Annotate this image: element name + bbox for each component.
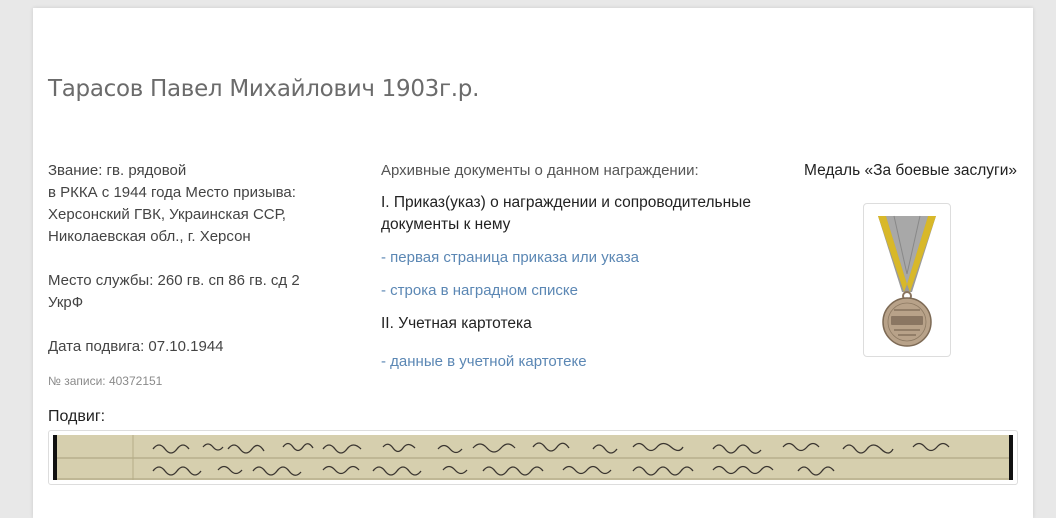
feat-date: Дата подвига: 07.10.1944 xyxy=(48,338,224,355)
page-title: Тарасов Павел Михайлович 1903г.р. xyxy=(48,76,480,102)
conscription-place-line: Херсонский ГВК, Украинская ССР, xyxy=(48,206,286,223)
medal-title: Медаль «За боевые заслуги» xyxy=(804,162,1017,179)
award-card: Тарасов Павел Михайлович 1903г.р. Звание… xyxy=(33,8,1033,518)
link-award-list-row[interactable]: - строка в наградном списке xyxy=(381,280,781,302)
record-number: № записи: 40372151 xyxy=(48,374,163,388)
section-order-line1: I. Приказ(указ) о награждении и сопровод… xyxy=(381,194,751,211)
link-card-index-data[interactable]: - данные в учетной картотеке xyxy=(381,351,781,373)
medal-image[interactable] xyxy=(863,203,951,357)
link-order-first-page[interactable]: - первая страница приказа или указа xyxy=(381,247,781,269)
service-place-line-2: УкрФ xyxy=(48,294,84,311)
feat-scan-image[interactable] xyxy=(48,430,1018,485)
service-place-line: Место службы: 260 гв. сп 86 гв. сд 2 xyxy=(48,272,300,289)
handwritten-document-image xyxy=(53,435,1013,480)
rank-line: Звание: гв. рядовой xyxy=(48,162,187,179)
conscription-line: в РККА с 1944 года Место призыва: xyxy=(48,184,296,201)
archive-documents: Архивные документы о данном награждении:… xyxy=(381,160,781,373)
medal-icon xyxy=(878,215,936,347)
feat-label: Подвиг: xyxy=(48,408,106,425)
documents-heading: Архивные документы о данном награждении: xyxy=(381,162,699,179)
conscription-region-line: Николаевская обл., г. Херсон xyxy=(48,228,251,245)
section-card-index: II. Учетная картотека xyxy=(381,315,532,332)
person-details: Звание: гв. рядовой в РККА с 1944 года М… xyxy=(48,160,338,392)
section-order-line2: документы к нему xyxy=(381,216,511,233)
medal-panel: Медаль «За боевые заслуги» xyxy=(788,160,1033,357)
section-order: I. Приказ(указ) о награждении и сопровод… xyxy=(381,192,781,236)
